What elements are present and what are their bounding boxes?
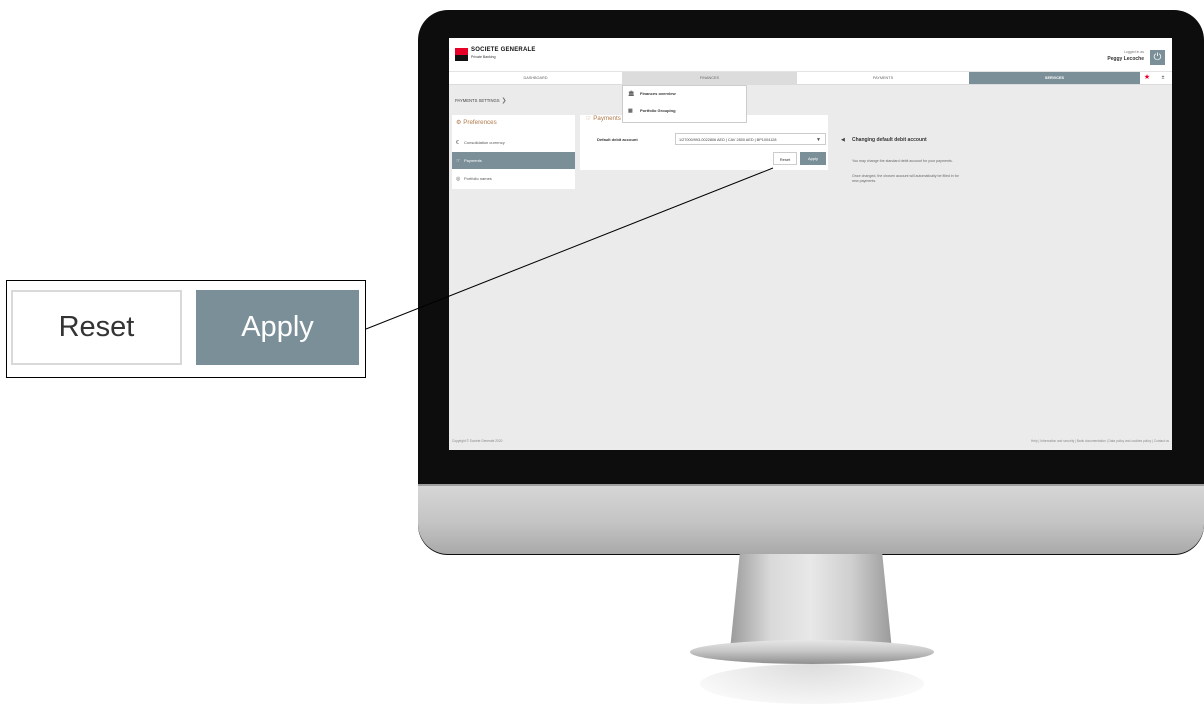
nav-more-button[interactable]: ± <box>1156 72 1170 84</box>
power-icon: ⏻ <box>1153 52 1162 63</box>
zoom-callout: Reset Apply <box>6 280 366 378</box>
monitor-stand-base <box>690 640 934 664</box>
dropdown-item-label: Portfolio Grouping <box>640 108 676 113</box>
help-paragraph: You may change the standard debit accoun… <box>852 159 953 163</box>
portfolio-icon: ◎ <box>456 176 461 182</box>
dropdown-item-portfolio-grouping[interactable]: ▦ Portfolio Grouping <box>628 105 742 117</box>
footer-links[interactable]: Help | Information and security | Bank d… <box>1031 439 1169 443</box>
sidebar-item-label: Portfolio names <box>464 176 492 181</box>
gear-icon: ⚙ <box>456 119 462 126</box>
monitor-stand-reflection <box>700 664 924 704</box>
help-title: Changing default debit account <box>852 137 927 143</box>
breadcrumb[interactable]: PAYMENTS SETTINGS ❯ <box>455 97 507 104</box>
hand-icon: ☞ <box>586 115 592 122</box>
sidebar-item-label: Consolidation currency <box>464 140 505 145</box>
select-value: 1/27000/993-0022806 AED | CAV 2800 AED |… <box>679 138 777 142</box>
top-bar: SOCIETE GENERALE Private Banking Logged … <box>449 38 1172 71</box>
default-debit-account-label: Default debit account <box>597 137 638 142</box>
monitor-stand-neck <box>730 554 892 650</box>
tab-payments[interactable]: PAYMENTS <box>797 72 969 84</box>
tab-finances[interactable]: FINANCES <box>622 72 797 84</box>
app-screen: SOCIETE GENERALE Private Banking Logged … <box>449 38 1172 450</box>
default-debit-account-select[interactable]: 1/27000/993-0022806 AED | CAV 2800 AED |… <box>675 133 826 145</box>
logged-in-label: Logged in as <box>1123 50 1144 54</box>
zoomed-apply-button[interactable]: Apply <box>196 290 359 365</box>
grid-icon: ▦ <box>628 108 633 114</box>
chevron-right-icon: ❯ <box>501 98 507 104</box>
societe-generale-logo <box>455 48 468 61</box>
reset-button[interactable]: Reset <box>773 152 797 165</box>
bank-icon: 🏛 <box>628 91 635 97</box>
dropdown-item-label: Finances overview <box>640 91 676 96</box>
preferences-sidebar: ⚙ Preferences € Consolidation currency ☞ P… <box>452 115 575 189</box>
sidebar-item-label: Payments <box>464 158 482 163</box>
favorites-star-icon[interactable]: ★ <box>1140 72 1154 84</box>
hand-icon: ☞ <box>456 158 461 164</box>
monitor-chin <box>418 484 1204 554</box>
payments-title: ☞ Payments <box>586 115 621 122</box>
sidebar-item-portfolio-names[interactable]: ◎ Portfolio names <box>452 170 575 187</box>
chevron-down-icon: ▼ <box>816 137 821 143</box>
currency-icon: € <box>456 140 459 146</box>
monitor-chin-edge <box>418 484 1204 486</box>
sidebar-item-consolidation-currency[interactable]: € Consolidation currency <box>452 134 575 151</box>
caret-left-icon: ◀ <box>841 137 845 143</box>
user-name: Peggy Lecoche <box>1107 56 1144 62</box>
payments-panel: ☞ Payments Default debit account 1/27000… <box>580 115 828 170</box>
apply-button[interactable]: Apply <box>800 152 826 165</box>
preferences-title: ⚙ Preferences <box>456 119 497 126</box>
tab-services[interactable]: SERVICES <box>969 72 1140 84</box>
copyright: Copyright © Societe Generale 2020 <box>452 439 503 443</box>
dropdown-item-finances-overview[interactable]: 🏛 Finances overview <box>628 88 742 100</box>
finances-dropdown: 🏛 Finances overview ▦ Portfolio Grouping <box>622 85 747 123</box>
brand-name: SOCIETE GENERALE <box>471 47 536 53</box>
zoomed-reset-button[interactable]: Reset <box>11 290 182 365</box>
brand-subtitle: Private Banking <box>471 55 496 59</box>
tab-dashboard[interactable]: DASHBOARD <box>449 72 622 84</box>
main-nav: DASHBOARD FINANCES PAYMENTS SERVICES ★ ± <box>449 71 1172 85</box>
help-paragraph: Once changed, the chosen account will au… <box>852 174 959 183</box>
breadcrumb-label: PAYMENTS SETTINGS <box>455 98 500 103</box>
logout-power-button[interactable]: ⏻ <box>1150 50 1165 65</box>
sidebar-item-payments[interactable]: ☞ Payments <box>452 152 575 169</box>
